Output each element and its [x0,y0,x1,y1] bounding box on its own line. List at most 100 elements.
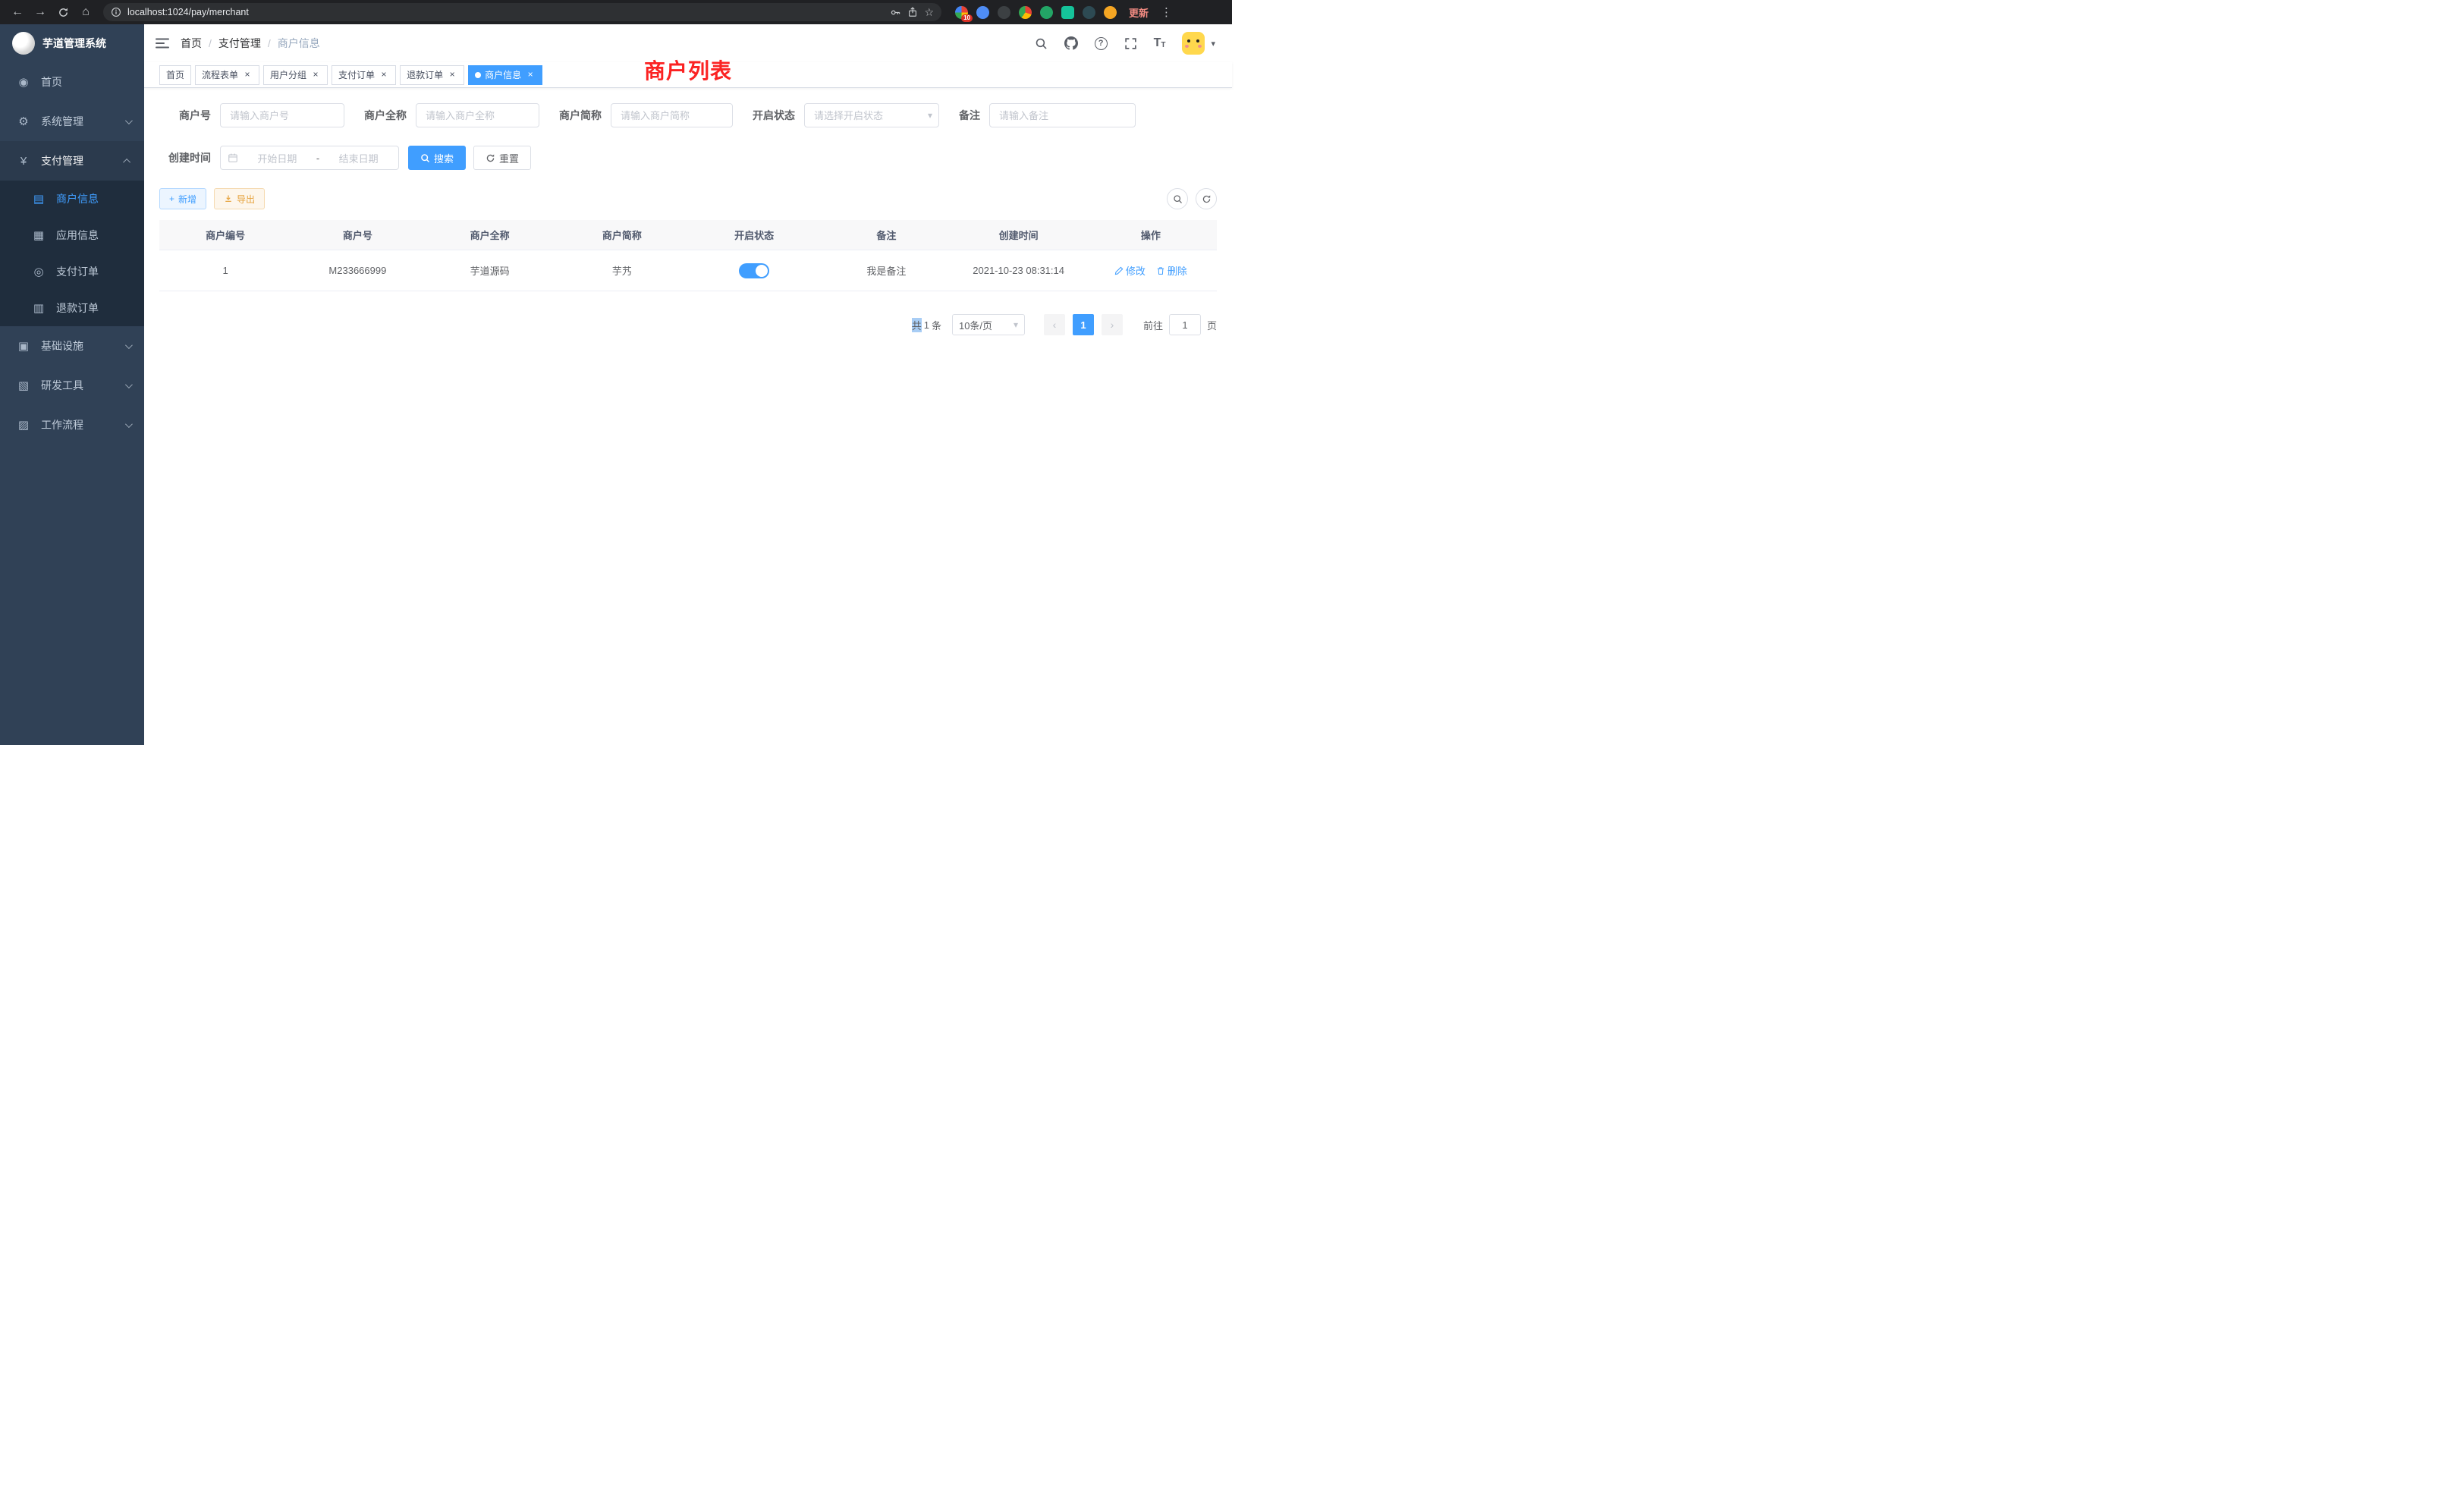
extension-green-icon[interactable] [1040,6,1053,19]
profile-avatar-icon[interactable] [1104,6,1117,19]
export-button[interactable]: 导出 [214,188,265,209]
sidebar-item-dev-tools[interactable]: ▧ 研发工具 [0,366,144,405]
next-page-button[interactable]: › [1102,314,1123,335]
date-range-picker[interactable]: 开始日期 - 结束日期 [220,146,399,170]
sidebar-item-merchant-info[interactable]: ▤ 商户信息 [0,181,144,217]
close-icon[interactable]: × [310,70,321,80]
prev-page-button[interactable]: ‹ [1044,314,1065,335]
total-count-text: 共 1 条 [912,318,941,332]
short-name-input[interactable] [611,103,733,127]
sidebar-item-label: 系统管理 [41,114,83,129]
extension-badge: 10 [961,14,973,22]
cell-short-name: 芋艿 [556,263,688,278]
browser-menu-icon[interactable]: ⋮ [1158,5,1175,19]
extension-drop-icon[interactable] [976,6,989,19]
tab-label: 流程表单 [202,68,238,81]
home-icon[interactable]: ⌂ [76,2,96,22]
date-end-placeholder[interactable]: 结束日期 [325,151,391,165]
status-toggle[interactable] [739,263,769,278]
sidebar-item-payment[interactable]: ¥ 支付管理 [0,141,144,181]
infra-icon: ▣ [15,339,32,353]
avatar-caret-icon[interactable]: ▾ [1211,39,1215,49]
forward-icon[interactable]: → [30,2,50,22]
cell-full-name: 芋道源码 [424,263,556,278]
tab-home[interactable]: 首页 [159,65,191,85]
reload-icon[interactable] [53,2,73,22]
browser-update-button[interactable]: 更新 [1129,5,1149,20]
sidebar-item-refund-order[interactable]: ▥ 退款订单 [0,290,144,326]
search-button-label: 搜索 [434,151,454,165]
close-icon[interactable]: × [447,70,457,80]
font-size-icon[interactable]: TT [1154,37,1166,49]
chevron-down-icon [125,117,133,124]
close-icon[interactable]: × [242,70,253,80]
dev-tools-icon: ▧ [15,379,32,392]
create-time-label: 创建时间 [159,150,211,165]
sidebar-item-pay-order[interactable]: ◎ 支付订单 [0,253,144,290]
url-bar[interactable]: localhost:1024/pay/merchant ☆ [103,3,941,21]
sidebar-logo[interactable]: 芋道管理系统 [0,24,144,62]
extension-grid-icon[interactable]: 10 [955,6,968,19]
tab-refund-order[interactable]: 退款订单 × [400,65,464,85]
back-icon[interactable]: ← [8,2,27,22]
breadcrumb-section[interactable]: 支付管理 [218,36,261,51]
url-text[interactable]: localhost:1024/pay/merchant [127,7,884,17]
date-start-placeholder[interactable]: 开始日期 [244,151,310,165]
delete-link[interactable]: 删除 [1156,263,1187,278]
extension-pinwheel-icon[interactable] [1083,6,1095,19]
hamburger-icon[interactable] [144,37,181,49]
goto-page-input[interactable] [1169,314,1201,335]
sidebar-item-infra[interactable]: ▣ 基础设施 [0,326,144,366]
sidebar-item-label: 退款订单 [56,300,99,316]
status-select[interactable] [804,103,939,127]
sidebar-item-workflow[interactable]: ▨ 工作流程 [0,405,144,445]
reset-button[interactable]: 重置 [473,146,531,170]
sidebar-item-app-info[interactable]: ▦ 应用信息 [0,217,144,253]
tab-process-form[interactable]: 流程表单 × [195,65,259,85]
remark-label: 备注 [959,108,980,123]
hide-search-icon-button[interactable] [1167,188,1188,209]
header-search-icon[interactable] [1035,37,1048,50]
tab-user-group[interactable]: 用户分组 × [263,65,328,85]
form-item-status: 开启状态 ▾ [753,103,939,127]
close-icon[interactable]: × [379,70,389,80]
remark-input[interactable] [989,103,1136,127]
edit-link[interactable]: 修改 [1114,263,1146,278]
search-button[interactable]: 搜索 [408,146,466,170]
status-label: 开启状态 [753,108,795,123]
tab-pay-order[interactable]: 支付订单 × [332,65,396,85]
delete-label: 删除 [1168,263,1187,278]
extension-square-icon[interactable] [1061,6,1074,19]
total-count: 1 [924,319,929,331]
sidebar-item-home[interactable]: ◉ 首页 [0,62,144,102]
bookmark-star-icon[interactable]: ☆ [924,6,934,19]
trash-icon [1156,266,1165,275]
col-operations: 操作 [1085,228,1217,242]
page-size-select[interactable]: 10条/页 ▾ [952,314,1025,335]
close-icon[interactable]: × [525,70,536,80]
page-1-button[interactable]: 1 [1073,314,1094,335]
merchant-no-input[interactable] [220,103,344,127]
user-avatar[interactable] [1182,32,1205,55]
extension-color-icon[interactable] [1019,6,1032,19]
tab-merchant-info[interactable]: 商户信息 × [468,65,542,85]
refresh-icon [486,153,495,163]
breadcrumb-home[interactable]: 首页 [181,36,202,51]
question-mark: ? [1098,39,1104,48]
github-icon[interactable] [1064,36,1078,50]
sidebar-item-system[interactable]: ⚙ 系统管理 [0,102,144,141]
page-content: 商户号 商户全称 商户简称 开启状态 [144,88,1232,745]
extension-dark-icon[interactable] [998,6,1010,19]
fullscreen-icon[interactable] [1124,37,1137,50]
password-key-icon[interactable] [890,7,901,18]
help-icon[interactable]: ? [1095,37,1108,50]
toolbar-right-icons [1167,188,1217,209]
full-name-input[interactable] [416,103,539,127]
reset-button-label: 重置 [499,151,519,165]
tab-label: 用户分组 [270,68,306,81]
site-info-icon[interactable] [111,7,121,17]
add-button[interactable]: + 新增 [159,188,206,209]
table-header-row: 商户编号 商户号 商户全称 商户简称 开启状态 备注 创建时间 操作 [159,220,1217,250]
refresh-table-button[interactable] [1196,188,1217,209]
share-icon[interactable] [907,7,918,17]
